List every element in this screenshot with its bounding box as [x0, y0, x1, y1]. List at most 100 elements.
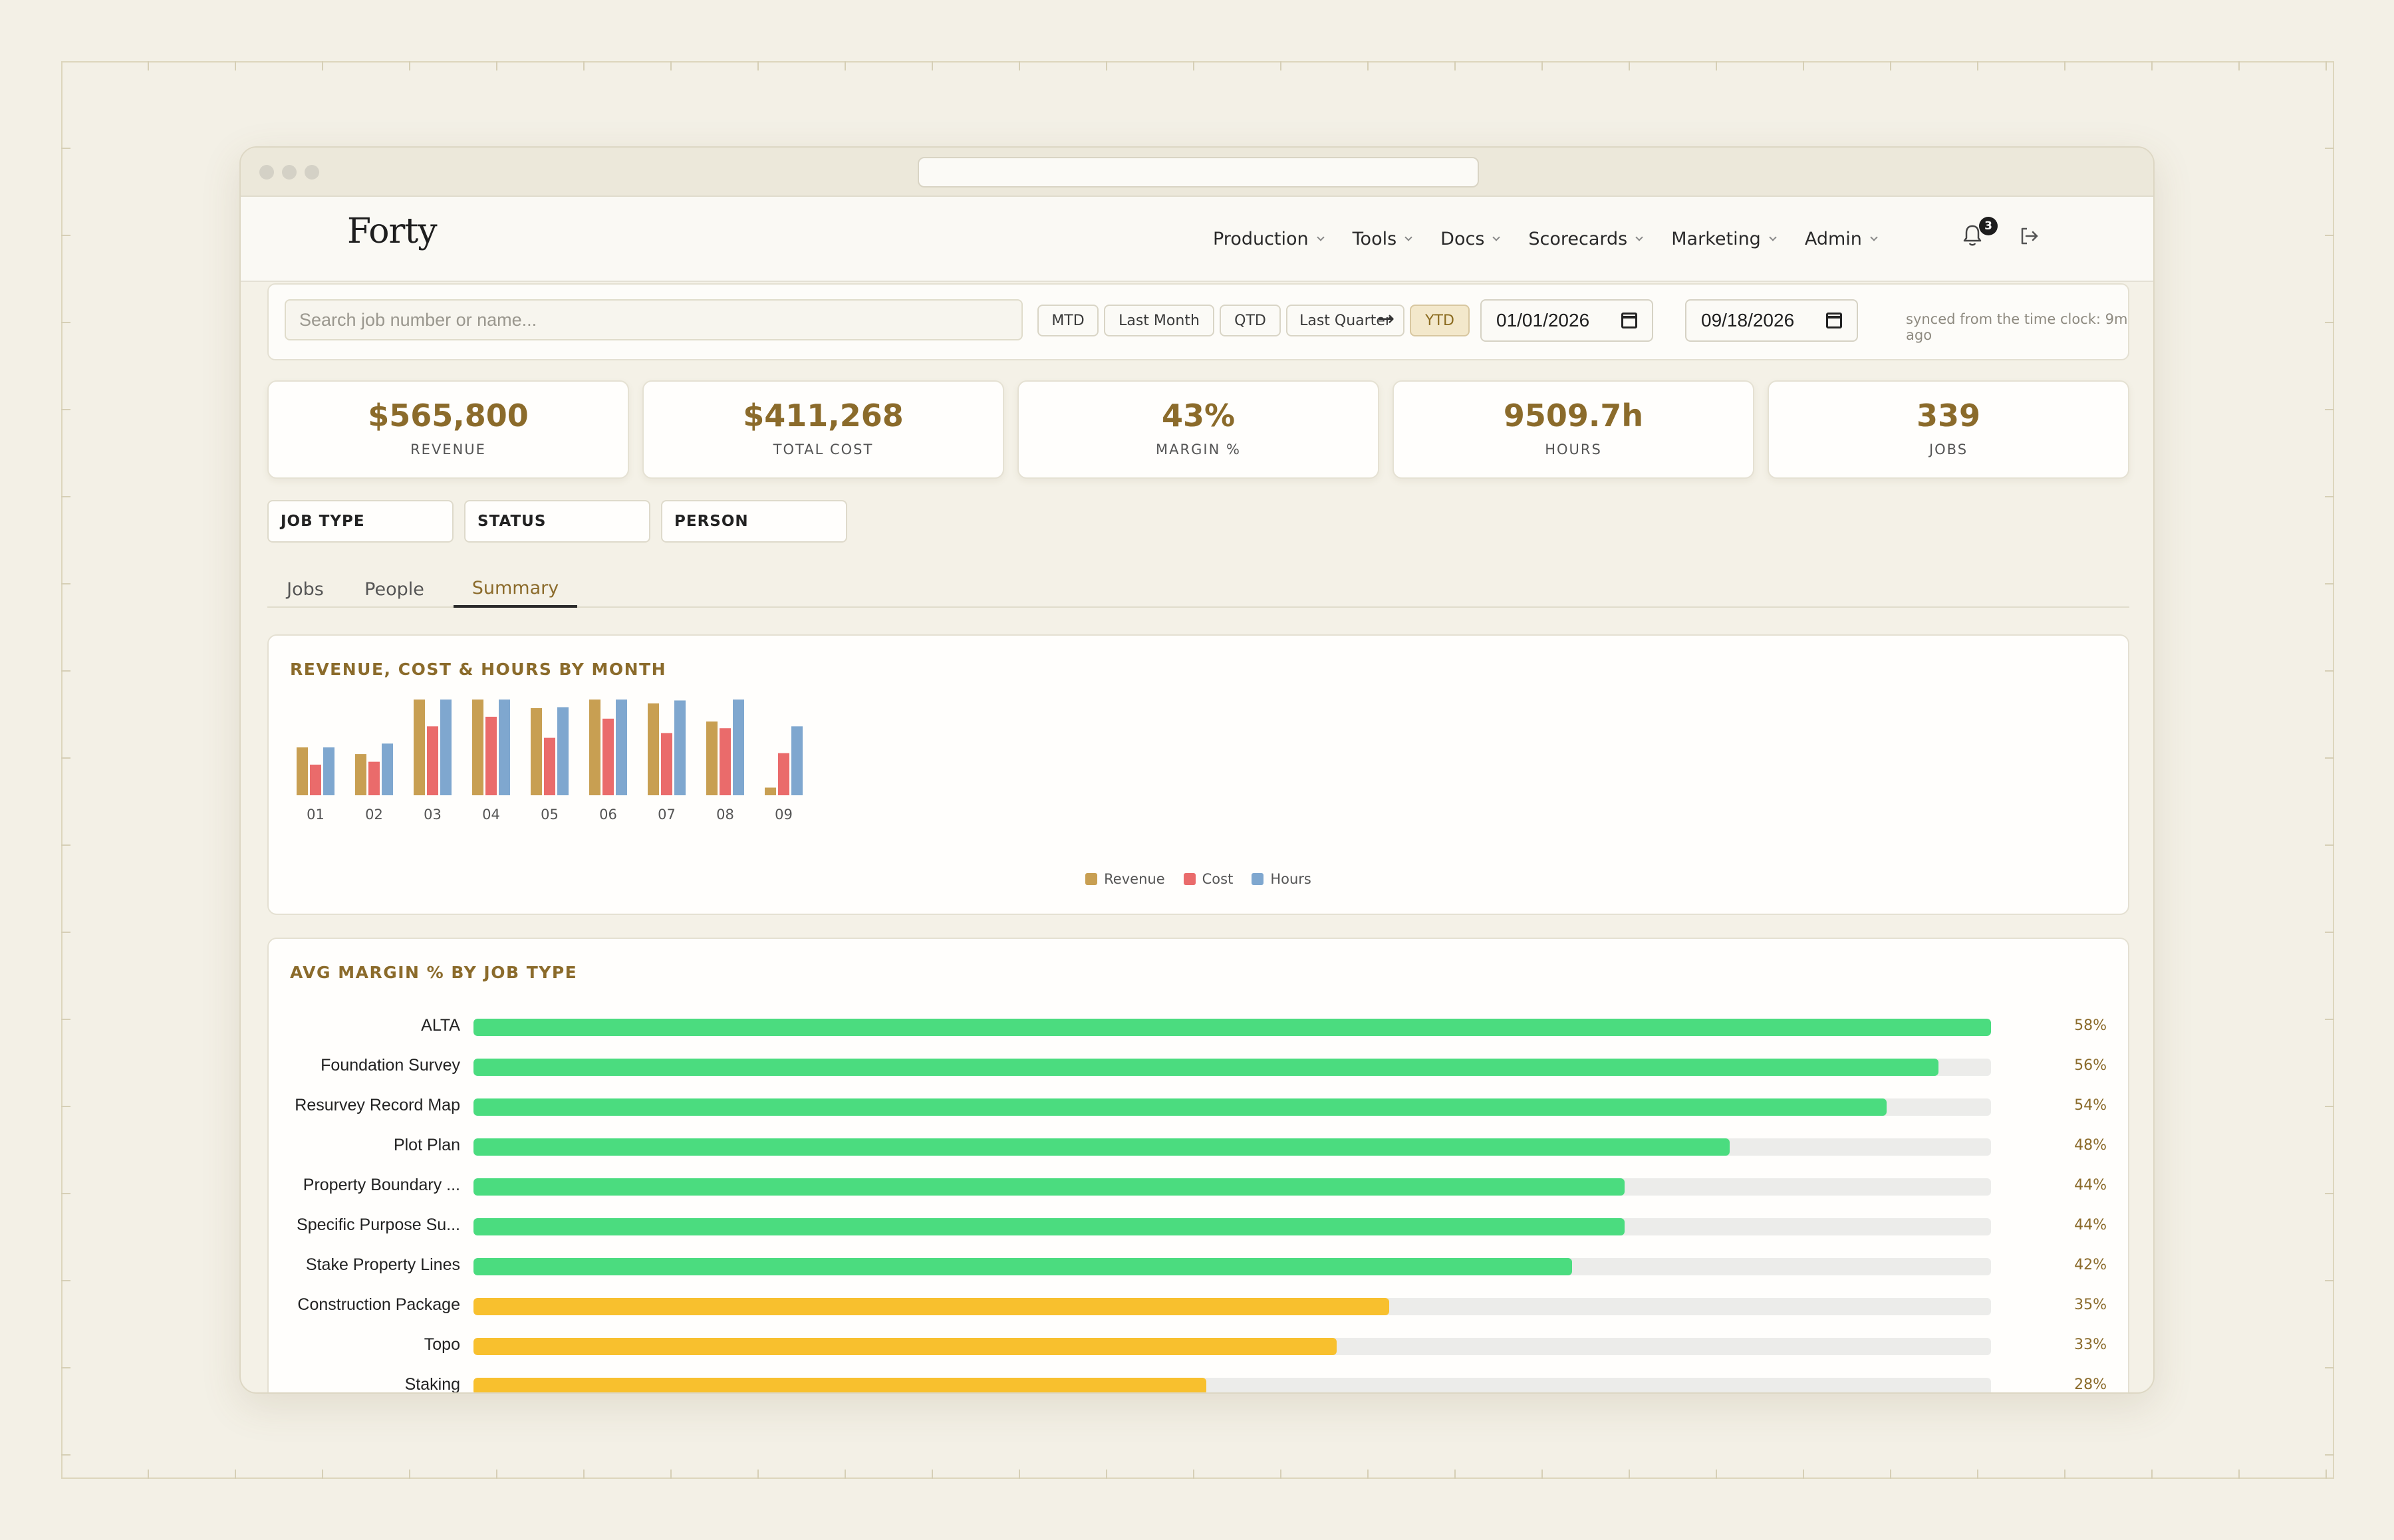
margin-value: 44% — [2074, 1177, 2107, 1194]
date-from-field[interactable]: 01/01/2026 — [1480, 299, 1653, 342]
kpi-label: REVENUE — [410, 442, 486, 457]
cost-bar[interactable] — [427, 726, 438, 795]
margin-label: Foundation Survey — [321, 1056, 460, 1075]
filter-status-button[interactable]: STATUS — [464, 500, 650, 543]
period-ytd-button[interactable]: YTD — [1410, 305, 1470, 336]
nav-docs[interactable]: Docs — [1440, 229, 1501, 249]
hours-bar[interactable] — [382, 743, 393, 795]
revenue-bar[interactable] — [414, 700, 425, 795]
margin-row[interactable]: Property Boundary ... 44% — [269, 1172, 2128, 1198]
filter-job-type-button[interactable]: JOB TYPE — [267, 500, 454, 543]
revenue-bar[interactable] — [589, 700, 600, 795]
filter-person-button[interactable]: PERSON — [661, 500, 847, 543]
margin-bar — [473, 1098, 1887, 1116]
legend-revenue[interactable]: Revenue — [1085, 871, 1165, 887]
nav-label: Tools — [1352, 229, 1397, 249]
frame-tick — [1716, 61, 1717, 70]
margin-row[interactable]: Resurvey Record Map 54% — [269, 1092, 2128, 1118]
hours-bar[interactable] — [616, 700, 627, 795]
x-tick-label: 01 — [307, 807, 325, 823]
period-last-month-button[interactable]: Last Month — [1104, 305, 1214, 336]
cost-bar[interactable] — [720, 728, 731, 795]
period-mtd-button[interactable]: MTD — [1037, 305, 1099, 336]
hours-bar[interactable] — [674, 700, 686, 795]
period-qtd-button[interactable]: QTD — [1220, 305, 1281, 336]
cost-bar[interactable] — [661, 733, 672, 795]
frame-tick — [496, 1470, 497, 1479]
margin-row[interactable]: Topo 33% — [269, 1331, 2128, 1358]
address-bar[interactable] — [918, 157, 1479, 188]
chevron-down-icon — [1316, 233, 1325, 241]
window-close-dot[interactable] — [259, 165, 274, 180]
revenue-bar[interactable] — [297, 747, 308, 795]
margin-row[interactable]: Construction Package 35% — [269, 1291, 2128, 1318]
cost-bar[interactable] — [368, 761, 380, 795]
logout-icon[interactable] — [2018, 225, 2040, 247]
frame-tick — [1716, 1470, 1717, 1479]
margin-row[interactable]: Specific Purpose Su... 44% — [269, 1212, 2128, 1238]
nav-tools[interactable]: Tools — [1353, 229, 1412, 249]
nav-marketing[interactable]: Marketing — [1671, 229, 1777, 249]
notification-badge: 3 — [1979, 217, 1998, 235]
revenue-bar[interactable] — [355, 754, 366, 795]
legend-label: Cost — [1202, 871, 1234, 887]
window-minimize-dot[interactable] — [282, 165, 297, 180]
calendar-icon[interactable] — [1826, 313, 1842, 328]
legend-hours[interactable]: Hours — [1252, 871, 1311, 887]
margin-bar — [473, 1218, 1625, 1235]
hours-bar[interactable] — [557, 707, 569, 795]
hours-bar[interactable] — [440, 700, 452, 795]
margin-row[interactable]: Foundation Survey 56% — [269, 1052, 2128, 1079]
frame-tick — [61, 1454, 70, 1456]
frame-tick — [61, 1106, 70, 1107]
cost-bar[interactable] — [778, 753, 789, 795]
margin-bar — [473, 1138, 1730, 1156]
cost-bar[interactable] — [485, 716, 497, 795]
legend-cost[interactable]: Cost — [1183, 871, 1234, 887]
revenue-bar[interactable] — [706, 721, 718, 795]
revenue-bar[interactable] — [765, 787, 776, 795]
frame-tick — [2325, 932, 2334, 933]
tab-summary[interactable]: Summary — [454, 571, 577, 608]
frame-tick — [322, 1470, 323, 1479]
nav-scorecards[interactable]: Scorecards — [1528, 229, 1643, 249]
hours-bar[interactable] — [733, 700, 744, 795]
frame-tick — [2325, 1106, 2334, 1107]
margin-label: Stake Property Lines — [305, 1255, 460, 1274]
tab-jobs[interactable]: Jobs — [267, 571, 343, 608]
revenue-bar[interactable] — [648, 703, 659, 795]
frame-tick — [1541, 1470, 1543, 1479]
frame-tick — [322, 61, 323, 70]
hours-bar[interactable] — [323, 747, 334, 795]
frame-tick — [2325, 148, 2334, 149]
window-maximize-dot[interactable] — [305, 165, 319, 180]
cost-bar[interactable] — [310, 764, 321, 795]
app-logo[interactable]: Forty — [347, 211, 438, 251]
frame-tick — [148, 61, 149, 70]
frame-tick — [409, 61, 410, 70]
cost-bar[interactable] — [602, 718, 614, 795]
margin-row[interactable]: Plot Plan 48% — [269, 1132, 2128, 1158]
nav-production[interactable]: Production — [1213, 229, 1325, 249]
margin-row[interactable]: ALTA 58% — [269, 1012, 2128, 1039]
frame-tick — [1193, 61, 1194, 70]
search-input[interactable] — [285, 299, 1023, 340]
frame-tick — [1454, 61, 1456, 70]
date-to-field[interactable]: 09/18/2026 — [1685, 299, 1858, 342]
nav-admin[interactable]: Admin — [1805, 229, 1878, 249]
tab-people[interactable]: People — [352, 571, 436, 608]
frame-tick — [2326, 1470, 2327, 1479]
frame-tick — [61, 496, 70, 497]
revenue-bar[interactable] — [472, 700, 483, 795]
hours-bar[interactable] — [499, 700, 510, 795]
margin-row[interactable]: Stake Property Lines 42% — [269, 1251, 2128, 1278]
revenue-bar[interactable] — [531, 707, 542, 795]
cost-bar[interactable] — [544, 737, 555, 795]
margin-row[interactable]: Staking 28% — [269, 1371, 2128, 1392]
frame-tick — [670, 61, 672, 70]
frame-tick — [2064, 1470, 2065, 1479]
calendar-icon[interactable] — [1621, 313, 1637, 328]
margin-track — [473, 1298, 1991, 1315]
nav-label: Scorecards — [1528, 229, 1628, 249]
hours-bar[interactable] — [791, 726, 803, 795]
